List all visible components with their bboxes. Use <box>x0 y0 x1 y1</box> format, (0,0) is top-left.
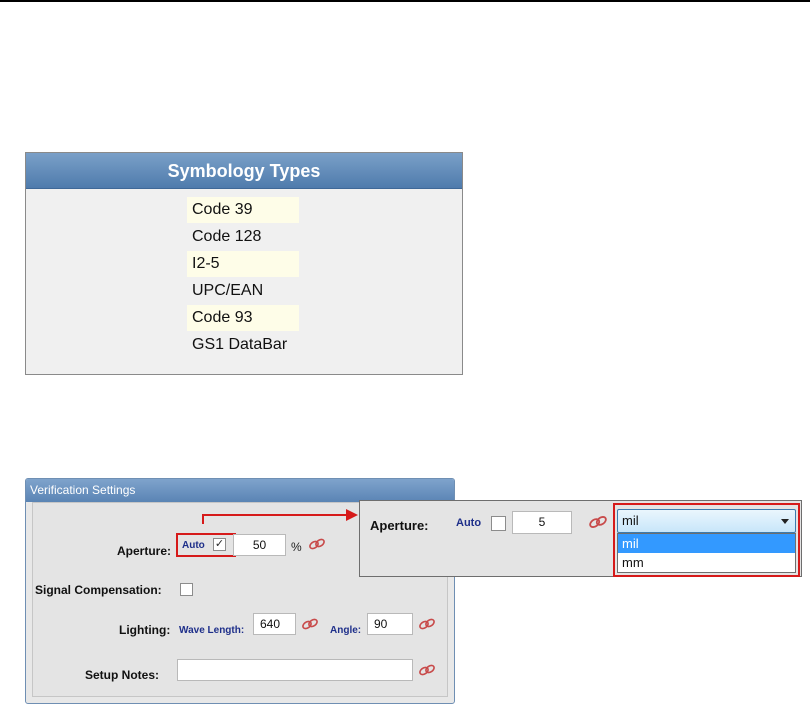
unit-dropdown-value: mil <box>622 513 639 528</box>
inset-auto-label: Auto <box>456 517 482 529</box>
unit-option-mil[interactable]: mil <box>618 534 795 553</box>
inset-auto-checkbox[interactable] <box>491 516 506 531</box>
unit-option-mm[interactable]: mm <box>618 553 795 572</box>
unit-dropdown-list: mil mm <box>617 533 796 573</box>
callout-arrow <box>202 509 358 524</box>
chevron-down-icon[interactable] <box>781 519 789 524</box>
inset-aperture-label: Aperture: <box>370 518 429 533</box>
unit-dropdown[interactable]: mil <box>617 509 796 533</box>
link-icon[interactable] <box>588 514 608 530</box>
inset-aperture-input[interactable]: 5 <box>512 511 572 534</box>
